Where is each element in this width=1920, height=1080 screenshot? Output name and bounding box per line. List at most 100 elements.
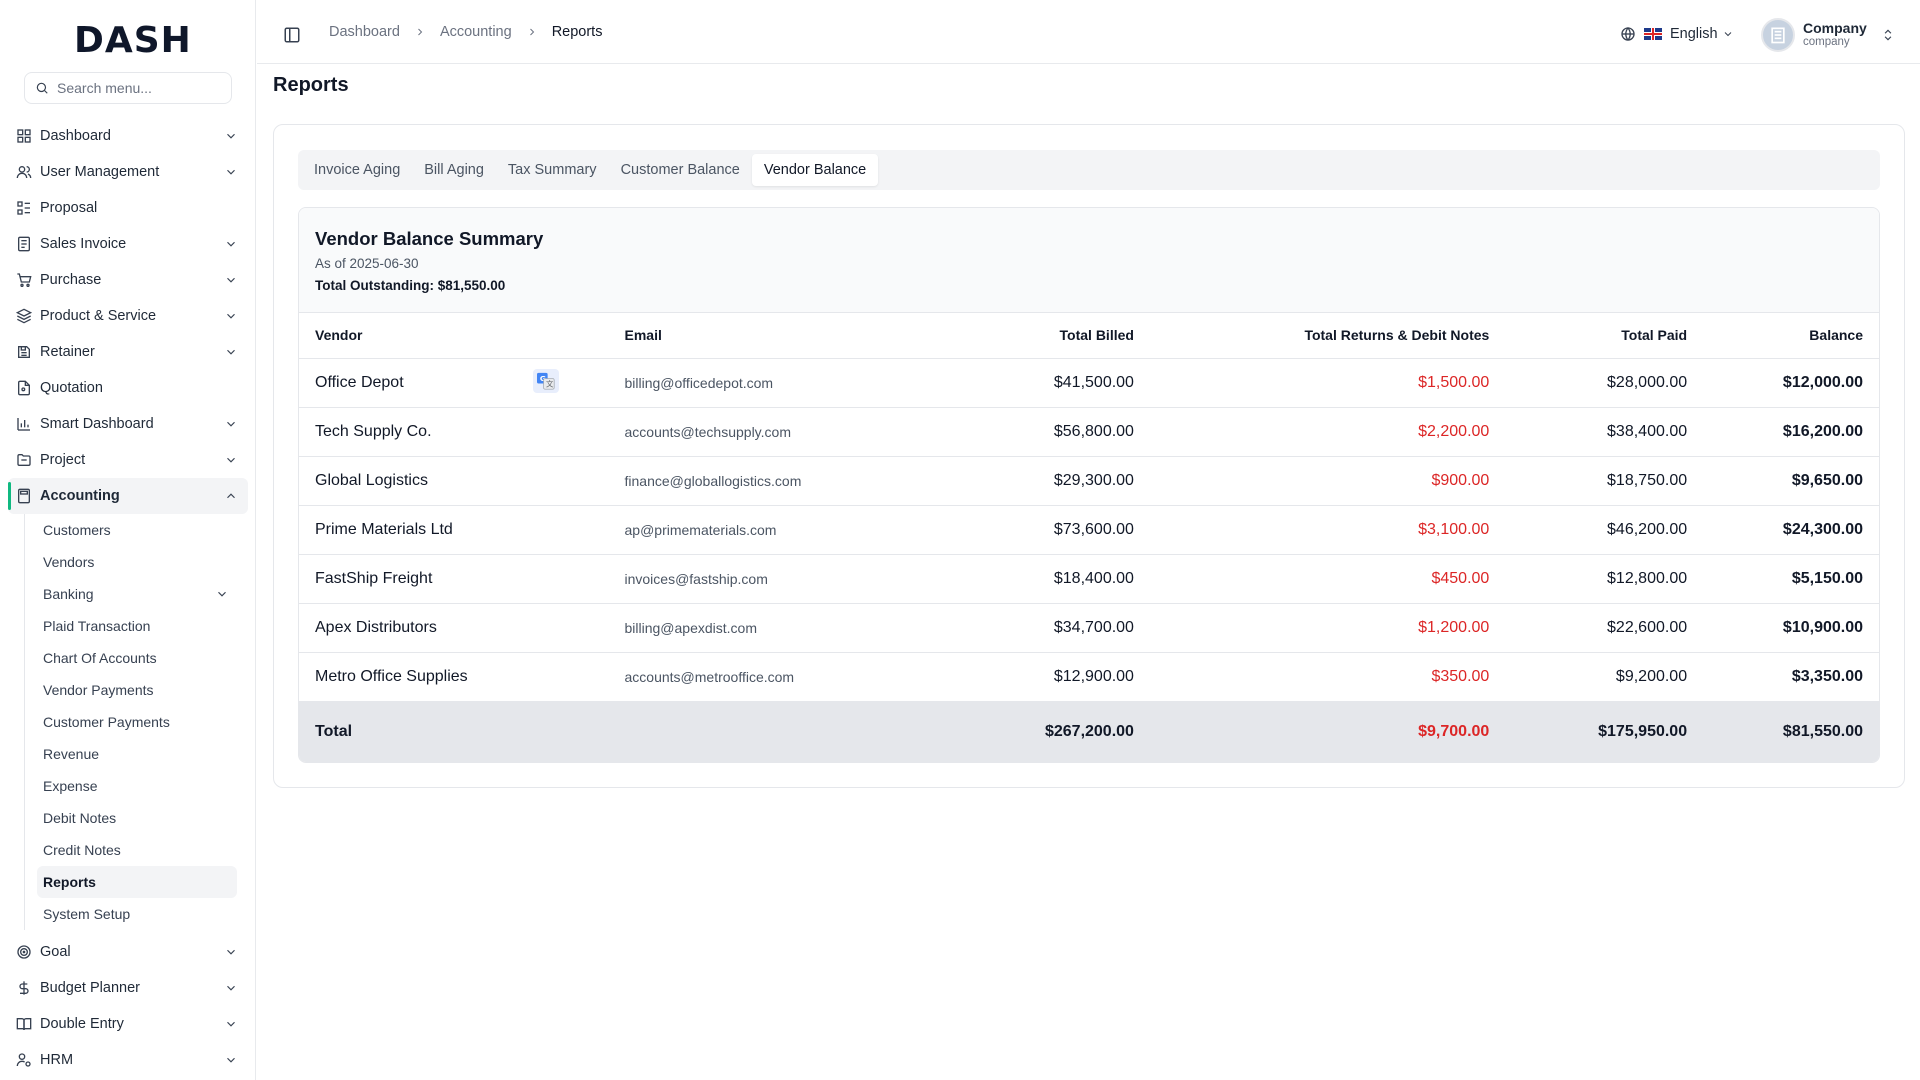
sidebar-item-dashboard[interactable]: Dashboard — [8, 118, 248, 154]
sidebar-item-product-service[interactable]: Product & Service — [8, 298, 248, 334]
submenu-item-credit-notes[interactable]: Credit Notes — [37, 834, 237, 866]
column-header-returns[interactable]: Total Returns & Debit Notes — [1149, 313, 1506, 359]
sidebar-item-hrm[interactable]: HRM — [8, 1042, 248, 1078]
brand-logo[interactable]: DASH — [74, 19, 192, 61]
submenu-item-revenue[interactable]: Revenue — [37, 738, 237, 770]
table-header-row: Vendor Email Total Billed Total Returns … — [299, 313, 1879, 359]
book-icon — [16, 1016, 32, 1032]
search-input[interactable] — [57, 80, 227, 96]
vendor-name: Prime Materials Ltd — [299, 505, 609, 555]
vendor-name: Metro Office Supplies — [299, 652, 609, 702]
tab-customer-balance[interactable]: Customer Balance — [609, 154, 752, 186]
balance: $12,000.00 — [1703, 358, 1879, 408]
total-paid: $28,000.00 — [1505, 358, 1704, 408]
submenu-item-expense[interactable]: Expense — [37, 770, 237, 802]
breadcrumb-reports: Reports — [551, 24, 603, 40]
chevron-up-icon — [227, 493, 235, 499]
vendor-name: Tech Supply Co. — [299, 407, 609, 457]
chevrons-up-down-icon — [1884, 29, 1892, 41]
translate-icon[interactable]: G文 — [533, 368, 559, 393]
sidebar-item-goal[interactable]: Goal — [8, 934, 248, 970]
column-header-vendor[interactable]: Vendor — [299, 313, 609, 359]
vendor-name: Apex Distributors — [299, 603, 609, 653]
sidebar-item-label: Budget Planner — [40, 980, 140, 996]
sidebar-item-label: HRM — [40, 1052, 74, 1068]
sidebar-item-sales-invoice[interactable]: Sales Invoice — [8, 226, 248, 262]
submenu-item-customers[interactable]: Customers — [37, 514, 237, 546]
sidebar-item-smart-dashboard[interactable]: Smart Dashboard — [8, 406, 248, 442]
tab-invoice-aging[interactable]: Invoice Aging — [302, 154, 412, 186]
sidebar-item-quotation[interactable]: Quotation — [8, 370, 248, 406]
target-icon — [16, 944, 32, 960]
users-icon — [16, 164, 32, 180]
company-switcher[interactable]: Company company — [1761, 18, 1895, 52]
sidebar-item-label: Smart Dashboard — [40, 416, 154, 432]
uk-flag-icon — [1644, 28, 1662, 40]
sidebar-item-label: Sales Invoice — [40, 236, 127, 252]
sidebar-item-label: Dashboard — [40, 128, 111, 144]
sidebar-item-user-management[interactable]: User Management — [8, 154, 248, 190]
total-row: Total $267,200.00 $9,700.00 $175,950.00 … — [299, 701, 1879, 762]
search-box[interactable] — [24, 72, 232, 104]
chevron-down-icon — [227, 985, 235, 991]
balance: $9,650.00 — [1703, 456, 1879, 506]
sidebar-toggle-icon[interactable] — [283, 26, 301, 44]
column-header-email[interactable]: Email — [608, 313, 919, 359]
reports-card: Invoice Aging Bill Aging Tax Summary Cus… — [273, 124, 1905, 788]
submenu-item-customer-payments[interactable]: Customer Payments — [37, 706, 237, 738]
user-cog-icon — [16, 1052, 32, 1068]
sidebar-item-label: Accounting — [40, 488, 120, 504]
total-paid: $9,200.00 — [1505, 652, 1704, 702]
logo-text: DASH — [74, 19, 192, 61]
tab-tax-summary[interactable]: Tax Summary — [496, 154, 609, 186]
submenu-item-plaid-transaction[interactable]: Plaid Transaction — [37, 610, 237, 642]
total-outstanding: Total Outstanding: $81,550.00 — [315, 278, 506, 293]
tab-bill-aging[interactable]: Bill Aging — [412, 154, 496, 186]
sidebar-item-accounting[interactable]: Accounting — [8, 478, 248, 514]
building-icon — [1771, 27, 1785, 44]
sidebar-item-budget-planner[interactable]: Budget Planner — [8, 970, 248, 1006]
submenu-item-reports[interactable]: Reports — [37, 866, 237, 898]
submenu-label: Chart Of Accounts — [43, 650, 157, 666]
submenu-item-vendor-payments[interactable]: Vendor Payments — [37, 674, 237, 706]
breadcrumb: Dashboard Accounting Reports — [329, 24, 602, 40]
breadcrumb-dashboard[interactable]: Dashboard — [329, 24, 400, 40]
table-row: FastShip Freight invoices@fastship.com $… — [299, 554, 1879, 604]
submenu-label: Revenue — [43, 746, 100, 762]
sidebar-item-retainer[interactable]: Retainer — [8, 334, 248, 370]
grand-total-paid: $175,950.00 — [1505, 701, 1704, 762]
tab-vendor-balance[interactable]: Vendor Balance — [751, 154, 879, 186]
grid-icon — [16, 128, 32, 144]
column-header-balance[interactable]: Balance — [1703, 313, 1879, 359]
submenu-item-debit-notes[interactable]: Debit Notes — [37, 802, 237, 834]
chevron-down-icon — [218, 591, 226, 597]
sidebar-item-label: Product & Service — [40, 308, 157, 324]
sidebar-item-proposal[interactable]: Proposal — [8, 190, 248, 226]
submenu-item-vendors[interactable]: Vendors — [37, 546, 237, 578]
avatar — [1761, 18, 1795, 52]
submenu-item-banking[interactable]: Banking — [37, 578, 237, 610]
sidebar-item-project[interactable]: Project — [8, 442, 248, 478]
column-header-total-billed[interactable]: Total Billed — [918, 313, 1150, 359]
vendor-name: FastShip Freight — [299, 554, 609, 604]
sidebar-item-double-entry[interactable]: Double Entry — [8, 1006, 248, 1042]
column-header-total-paid[interactable]: Total Paid — [1505, 313, 1704, 359]
language-selector[interactable]: English — [1620, 26, 1734, 42]
sidebar-item-label: Project — [40, 452, 86, 468]
sidebar-item-purchase[interactable]: Purchase — [8, 262, 248, 298]
total-billed: $34,700.00 — [918, 603, 1150, 653]
vendor-email: billing@apexdist.com — [608, 603, 919, 653]
retainer-icon — [16, 344, 32, 360]
total-billed: $29,300.00 — [918, 456, 1150, 506]
top-header: Dashboard Accounting Reports English Com… — [257, 0, 1920, 64]
vendor-name: Office Depot — [315, 373, 404, 391]
vendor-email: invoices@fastship.com — [608, 554, 919, 604]
breadcrumb-accounting[interactable]: Accounting — [440, 24, 512, 40]
total-returns: $2,200.00 — [1149, 407, 1506, 457]
total-billed: $12,900.00 — [918, 652, 1150, 702]
chevron-down-icon — [227, 241, 235, 247]
vendor-email: billing@officedepot.com — [608, 358, 919, 408]
submenu-item-chart-of-accounts[interactable]: Chart Of Accounts — [37, 642, 237, 674]
submenu-item-system-setup[interactable]: System Setup — [37, 898, 237, 930]
vendor-email: accounts@techsupply.com — [608, 407, 919, 457]
